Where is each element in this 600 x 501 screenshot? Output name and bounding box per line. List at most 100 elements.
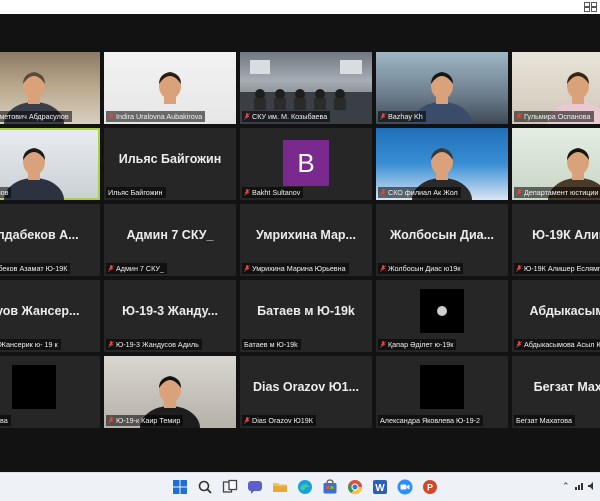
powerpoint-icon[interactable]: P [422,479,438,495]
file-explorer-icon[interactable] [272,479,288,495]
participant-tile[interactable]: СКО филиал Ак Жол [376,128,508,200]
participant-tile[interactable]: Ильяс Байгожин Ильяс Байгожин [104,128,236,200]
participant-tile[interactable]: Жолбосын Диа... Жолбосын Диас ю19к [376,204,508,276]
participant-tile[interactable]: Ю-19К Алишер Ю-19К Алишер Еслямгазиев [512,204,600,276]
participant-tile[interactable]: Админ 7 СКУ_ Админ 7 СКУ_ [104,204,236,276]
participant-tile[interactable]: Умрихина Мар... Умрихина Марина Юрьевна [240,204,372,276]
participant-tile[interactable]: олдабеков А... ...лдабеков Азамат Ю-19К [0,204,100,276]
participant-name-label: ...башимов [0,187,12,198]
participant-tile[interactable]: Ю-19-3 Жанду... Ю-19-3 Жандусов Адиль [104,280,236,352]
taskbar: ⌃ W P [0,472,600,501]
muted-mic-icon [380,189,386,196]
participant-name: Ю-19-3 Жандусов Адиль [116,340,199,349]
participant-tile[interactable]: Dias Orazov Ю1... Dias Orazov Ю19К [240,356,372,428]
participant-tile[interactable]: ...к Баяхметович Абдрасулов [0,52,100,124]
participant-name-label: Ю-19К Алишер Еслямгазиев [514,263,600,274]
participant-name-label: Департамент юстиции СКО [514,187,600,198]
participant-name-label: ...к Баяхметович Абдрасулов [0,111,72,122]
participant-tile[interactable]: Департамент юстиции СКО [512,128,600,200]
participant-display-name: Ю-19К Алишер [532,228,600,242]
muted-mic-icon [108,341,114,348]
participant-tile[interactable]: Абдыкасымова Абдыкасымова Асыл Ю19К [512,280,600,352]
svg-text:W: W [375,483,385,494]
participant-tile[interactable]: СКУ им. М. Козыбаева [240,52,372,124]
windows-start-icon[interactable] [172,479,188,495]
muted-mic-icon [516,341,522,348]
participant-name: Гульмира Оспанова [524,112,591,121]
participant-thumbnail [12,365,56,409]
participant-name: Bazhay Kh [388,112,423,121]
store-icon[interactable] [322,479,338,495]
participant-name-label: Ю-19-3 Жандусов Адиль [106,339,202,350]
participant-name-label: Ю-19-к Каир Темир [106,415,184,426]
edge-browser-icon[interactable] [297,479,313,495]
thumbnail-image [437,306,447,316]
participant-display-name: Dias Orazov Ю1... [253,380,359,394]
participant-name-label: ...уов Жансерик ю- 19 к [0,339,61,350]
chevron-up-icon[interactable]: ⌃ [562,481,570,492]
participant-display-name: Умрихина Мар... [256,228,356,242]
participant-name: Александра Яковлева Ю-19-2 [380,416,480,425]
participant-name: ...башимов [0,188,9,197]
participant-grid: ...к Баяхметович Абдрасулов Indira Uralo… [0,52,600,428]
participant-name-label: Умрихина Марина Юрьевна [242,263,349,274]
zoom-icon[interactable] [397,479,413,495]
muted-mic-icon [244,113,250,120]
participant-name-label: Бегзат Махатова [514,415,576,426]
muted-mic-icon [380,265,386,272]
volume-icon[interactable] [587,481,597,491]
task-view-icon[interactable] [222,479,238,495]
participant-display-name: Ильяс Байгожин [118,152,222,166]
participant-display-name: буов Жансер... [0,304,80,318]
participant-tile[interactable]: B Bakht Sultanov [240,128,372,200]
participant-tile[interactable]: Батаев м Ю-19k Батаев м Ю-19k [240,280,372,352]
participant-name: Ю-19-к Каир Темир [116,416,181,425]
gallery-view-icon[interactable] [584,2,598,12]
network-icon[interactable] [574,481,584,491]
participant-tile[interactable]: Indira Uralovna Aubakirova [104,52,236,124]
participant-name-label: Dias Orazov Ю19К [242,415,316,426]
participant-tile[interactable]: Ю-19-к Каир Темир [104,356,236,428]
chrome-icon[interactable] [347,479,363,495]
participant-name-label: Жолбосын Диас ю19к [378,263,464,274]
participant-tile[interactable]: Қапар Әділет ю-19к [376,280,508,352]
participant-name: Indira Uralovna Aubakirova [116,112,203,121]
participant-name-label: СКО филиал Ак Жол [378,187,461,198]
muted-mic-icon [380,113,386,120]
participant-name: Бегзат Махатова [516,416,573,425]
participant-name: Bakht Sultanov [252,188,301,197]
participant-tile[interactable]: ...башимов [0,128,100,200]
participant-name: Абдыкасымова Асыл Ю19К [524,340,600,349]
participant-name: Некрасова [0,416,8,425]
participant-name: ...уов Жансерик ю- 19 к [0,340,58,349]
participant-name-label: ...лдабеков Азамат Ю-19К [0,263,71,274]
participant-name: Департамент юстиции СКО [524,188,600,197]
participant-name: Жолбосын Диас ю19к [388,264,461,273]
participant-display-name: Ю-19-3 Жанду... [122,304,218,318]
search-icon[interactable] [197,479,213,495]
participant-name: Ильяс Байгожин [108,188,163,197]
chat-icon[interactable] [247,479,263,495]
participant-tile[interactable]: Бегзат Махато Бегзат Махатова [512,356,600,428]
muted-mic-icon [516,189,522,196]
participant-name: Админ 7 СКУ_ [116,264,164,273]
participant-name-label: Абдыкасымова Асыл Ю19К [514,339,600,350]
participant-tile[interactable]: Bazhay Kh [376,52,508,124]
participant-name: Dias Orazov Ю19К [252,416,313,425]
participant-tile[interactable]: Александра Яковлева Ю-19-2 [376,356,508,428]
muted-mic-icon [516,265,522,272]
participant-tile[interactable]: буов Жансер... ...уов Жансерик ю- 19 к [0,280,100,352]
participant-name-label: Александра Яковлева Ю-19-2 [378,415,483,426]
participant-display-name: олдабеков А... [0,228,79,242]
participant-name: ...лдабеков Азамат Ю-19К [0,264,68,273]
muted-mic-icon [516,113,522,120]
participant-name-label: Bazhay Kh [378,111,426,122]
participant-tile[interactable]: Гульмира Оспанова [512,52,600,124]
word-icon[interactable]: W [372,479,388,495]
participant-tile[interactable]: Некрасова [0,356,100,428]
participant-name-label: Bakht Sultanov [242,187,304,198]
participant-name: ...к Баяхметович Абдрасулов [0,112,69,121]
participant-display-name: Абдыкасымова [529,304,600,318]
muted-mic-icon [108,417,114,424]
participant-name: СКУ им. М. Козыбаева [252,112,328,121]
